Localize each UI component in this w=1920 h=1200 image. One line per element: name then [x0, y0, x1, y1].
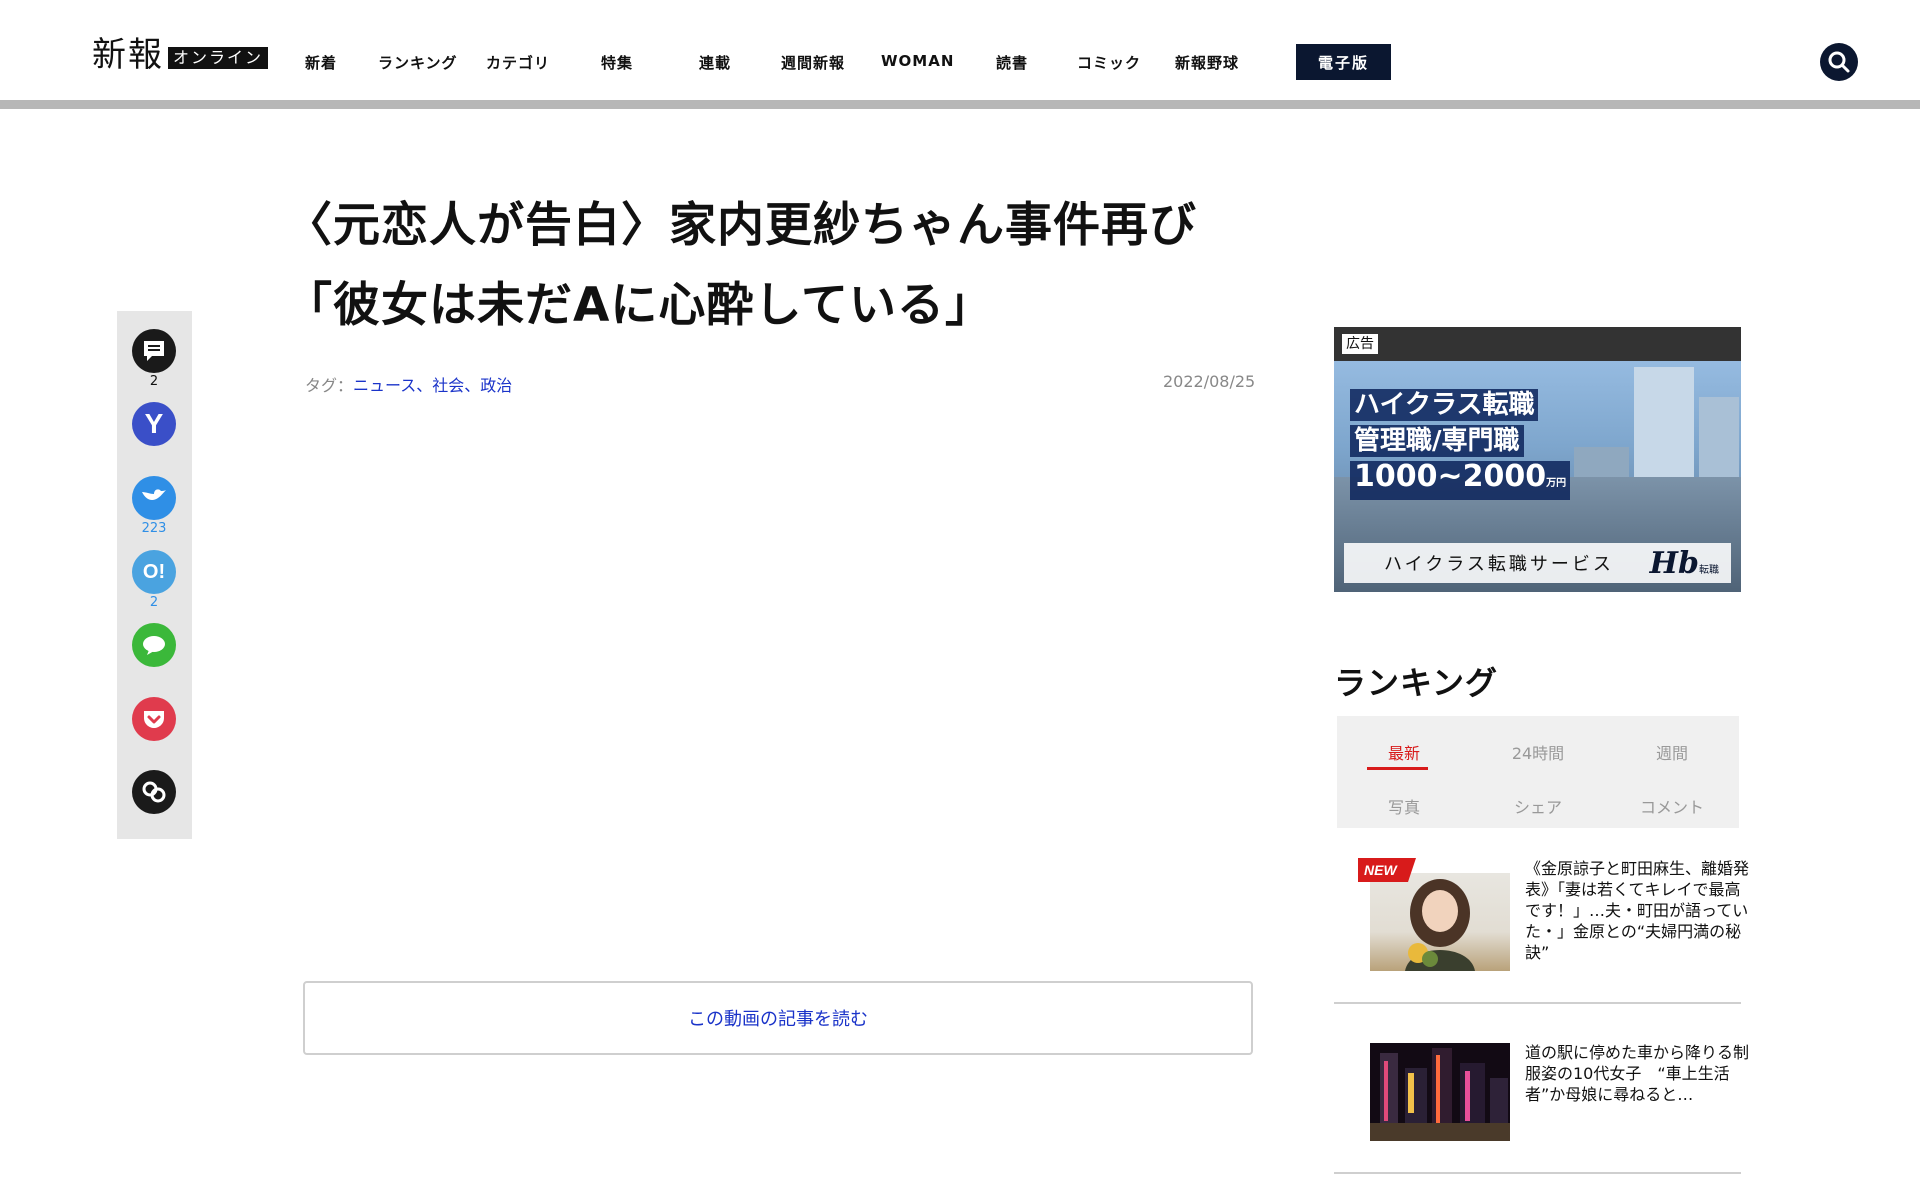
twitter-count: 223: [141, 521, 167, 536]
share-hatena[interactable]: O! 2: [132, 550, 176, 609]
ranking-item-title: 道の駅に停めた車から降りる制服姿の10代女子 “車上生活者”か母娘に尋ねると…: [1525, 1043, 1750, 1104]
ranking-thumbnail: [1370, 1043, 1510, 1141]
ranking-divider: [1334, 1172, 1741, 1174]
tag-politics[interactable]: 政治: [480, 376, 512, 395]
tag-separator: 、: [416, 376, 433, 395]
active-tab-underline: [1367, 767, 1428, 770]
pocket-icon: [132, 697, 176, 741]
article-date: 2022/08/25: [1163, 372, 1256, 391]
logo-sub-text: オンライン: [168, 47, 269, 69]
bird-icon: [132, 476, 176, 520]
ad-logo-sub: 転職: [1699, 564, 1719, 576]
ad-footer-text: ハイクラス転職サービス: [1384, 554, 1614, 575]
share-yahoo[interactable]: Y: [132, 402, 176, 446]
article-title-line2: 「彼女は未だAに心酔している」: [285, 278, 993, 333]
ad-line3-value: 1000~2000: [1354, 459, 1547, 494]
nav-item-series[interactable]: 連載: [699, 52, 731, 73]
comment-icon: [132, 329, 176, 373]
nav-item-new[interactable]: 新着: [305, 52, 337, 73]
ranking-item[interactable]: NEW 《金原諒子と町田麻生、離婚発表》「妻は若くてキレイで最高です！」…夫・町…: [1334, 858, 1749, 971]
ranking-title: ランキング: [1334, 664, 1499, 702]
ad-banner[interactable]: 広告 ハイクラス転職 管理職/専門職 1000~2000万円 ハイクラス転職サー…: [1334, 327, 1741, 592]
ranking-item-title: 《金原諒子と町田麻生、離婚発表》「妻は若くてキレイで最高です！」…夫・町田が語っ…: [1525, 859, 1750, 962]
tag-prefix: タグ：: [305, 376, 354, 395]
y-icon: Y: [132, 402, 176, 446]
ad-footer: ハイクラス転職サービス Hb転職: [1344, 543, 1731, 583]
ad-headline: ハイクラス転職 管理職/専門職 1000~2000万円: [1350, 389, 1571, 504]
tag-society[interactable]: 社会: [432, 376, 464, 395]
ranking-tabs: 最新 24時間 週間 写真 シェア コメント: [1337, 716, 1739, 828]
article-tags: タグ：ニュース、社会、政治: [305, 372, 512, 396]
ad-line3: 1000~2000万円: [1350, 459, 1571, 500]
ranking-divider: [1334, 1002, 1741, 1004]
ad-line2: 管理職/専門職: [1350, 425, 1524, 457]
hatena-letter: O!: [142, 560, 166, 583]
tag-news[interactable]: ニュース: [353, 376, 416, 395]
line-bubble-icon: [132, 623, 176, 667]
nav-item-books[interactable]: 読書: [996, 52, 1028, 73]
new-badge-text: NEW: [1364, 862, 1398, 878]
article-title: 〈元恋人が告白〉家内更紗ちゃん事件再び 「彼女は未だAに心酔している」: [285, 186, 1265, 346]
nav-item-feature[interactable]: 特集: [601, 52, 633, 73]
share-pocket[interactable]: [132, 697, 176, 741]
new-badge: NEW: [1358, 858, 1416, 882]
tab-latest[interactable]: 最新: [1337, 740, 1471, 764]
ranking-item[interactable]: 道の駅に停めた車から降りる制服姿の10代女子 “車上生活者”か母娘に尋ねると…: [1334, 1040, 1749, 1150]
logo-main-text: 新報: [92, 35, 164, 75]
ad-label: 広告: [1342, 334, 1378, 354]
site-header: 新報 オンライン 新着 ランキング カテゴリ 特集 連載 週間新報 WOMAN …: [0, 0, 1920, 100]
digital-edition-button[interactable]: 電子版: [1296, 44, 1391, 80]
search-button[interactable]: [1820, 43, 1858, 81]
link-icon: [132, 770, 176, 814]
tab-photo[interactable]: 写真: [1337, 794, 1471, 818]
share-comments[interactable]: 2: [132, 329, 176, 388]
o-exclaim-icon: O!: [132, 550, 176, 594]
nav-item-comic[interactable]: コミック: [1077, 52, 1141, 73]
tab-24h[interactable]: 24時間: [1471, 740, 1605, 764]
header-divider: [0, 100, 1920, 109]
tab-share[interactable]: シェア: [1471, 794, 1605, 818]
ranking-thumbnail: [1370, 873, 1510, 971]
tag-separator: 、: [464, 376, 481, 395]
nav-item-woman[interactable]: WOMAN: [881, 52, 954, 70]
hatena-count: 2: [149, 595, 159, 610]
ad-line3-unit: 万円: [1546, 478, 1567, 489]
ad-logo: Hb転職: [1650, 546, 1719, 581]
nav-item-weekly[interactable]: 週間新報: [781, 52, 845, 73]
site-logo[interactable]: 新報 オンライン: [92, 35, 269, 75]
share-twitter[interactable]: 223: [132, 476, 176, 535]
share-line[interactable]: [132, 623, 176, 667]
article-title-line1: 〈元恋人が告白〉家内更紗ちゃん事件再び: [285, 198, 1197, 253]
nav-item-ranking[interactable]: ランキング: [378, 52, 458, 73]
nav-item-baseball[interactable]: 新報野球: [1175, 52, 1239, 73]
y-letter: Y: [144, 408, 164, 439]
ad-line1: ハイクラス転職: [1350, 389, 1539, 421]
comment-count: 2: [149, 374, 159, 389]
tab-weekly[interactable]: 週間: [1605, 740, 1739, 764]
share-rail: 2 Y 223 O! 2: [117, 311, 192, 839]
search-icon: [1828, 51, 1850, 73]
ad-label-bar: 広告: [1334, 327, 1741, 361]
nav-item-category[interactable]: カテゴリ: [486, 52, 550, 73]
read-video-article-button[interactable]: この動画の記事を読む: [303, 981, 1253, 1055]
share-link[interactable]: [132, 770, 176, 814]
tab-comment[interactable]: コメント: [1605, 794, 1739, 818]
ad-logo-mark: Hb: [1649, 545, 1699, 581]
